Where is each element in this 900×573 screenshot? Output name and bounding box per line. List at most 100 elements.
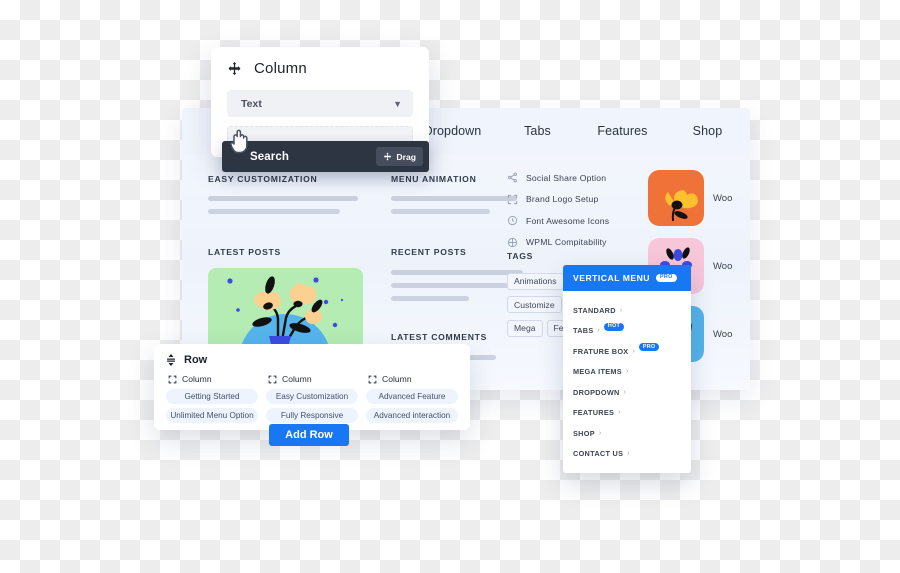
text-type-select[interactable]: Text ▼ [227, 90, 413, 117]
row-column: Column Easy Customization Fully Responsi… [266, 374, 358, 427]
list-item[interactable]: Font Awesome Icons [507, 215, 667, 226]
feature-label: Brand Logo Setup [526, 194, 599, 204]
feature-label: Font Awesome Icons [526, 215, 610, 226]
chevron-right-icon: › [632, 347, 635, 355]
placeholder-bar [208, 209, 340, 214]
nav-item-features[interactable]: Features [580, 124, 665, 138]
expand-icon [507, 194, 518, 205]
placeholder-bar [391, 196, 517, 201]
vertical-menu-header: VERTICAL MENU PRO [563, 265, 691, 291]
placeholder-bar [208, 196, 358, 201]
widget-latest-posts: LATEST POSTS [208, 247, 358, 257]
widget-title: EASY CUSTOMIZATION [208, 174, 318, 184]
column-label: Column [182, 374, 212, 384]
row-column: Column Advanced Feature Advanced interac… [366, 374, 458, 427]
move-arrows-icon[interactable] [227, 61, 242, 76]
hand-cursor-icon [229, 128, 251, 155]
row-column: Column Getting Started Unlimited Menu Op… [166, 374, 258, 427]
clock-icon [507, 215, 518, 226]
row-columns: Column Getting Started Unlimited Menu Op… [166, 374, 458, 427]
column-header: Column [166, 374, 258, 384]
nav-item-shop[interactable]: Shop [665, 124, 750, 138]
list-item[interactable]: Easy Customization [266, 389, 358, 404]
list-item[interactable]: Unlimited Menu Option [166, 408, 258, 423]
chevron-right-icon: › [625, 368, 629, 376]
product-name: Woo [713, 192, 733, 204]
chevron-right-icon: › [627, 450, 630, 458]
search-widget-bar[interactable]: Search Drag [222, 141, 429, 172]
menu-item-label: SHOP [573, 428, 595, 438]
row-panel-header: Row [166, 354, 458, 366]
chevron-down-icon: ▼ [393, 98, 402, 109]
product-name: Woo [713, 328, 733, 340]
screenshot-stage: Dropdown Tabs Features Shop EASY CUSTOMI… [0, 0, 900, 573]
resize-icon [168, 375, 177, 384]
menu-item-label: FEATURES [573, 408, 615, 418]
menu-item-label: CONTACT US [573, 449, 624, 459]
tag-chip[interactable]: Mega [507, 319, 543, 337]
grid-plus-icon [507, 237, 518, 248]
menu-item-mega-items[interactable]: MEGA ITEMS › [573, 362, 681, 383]
list-item[interactable]: Advanced Feature [366, 389, 458, 404]
chevron-right-icon: › [597, 327, 600, 335]
feature-label: Social Share Option [526, 172, 607, 183]
column-label: Column [282, 374, 312, 384]
drag-label: Drag [396, 151, 416, 162]
menu-item-contact-us[interactable]: CONTACT US › [573, 444, 681, 465]
menu-item-label: TABS [573, 326, 594, 336]
flower-orange-thumb [648, 170, 704, 226]
placeholder-bar [391, 209, 490, 214]
resize-icon [268, 375, 277, 384]
menu-item-standard[interactable]: STANDARD › [573, 300, 681, 321]
vertical-menu-title: VERTICAL MENU [573, 273, 651, 283]
menu-item-label: STANDARD [573, 305, 616, 315]
add-row-button[interactable]: Add Row [269, 424, 349, 446]
chevron-right-icon: › [598, 429, 602, 437]
list-item[interactable]: Advanced interaction [366, 408, 458, 423]
status-badge: HOT [603, 322, 625, 331]
menu-item-label: FRATURE BOX [573, 346, 629, 356]
list-item[interactable]: Getting Started [166, 389, 258, 404]
list-item[interactable]: WPML Compitability [507, 237, 667, 248]
menu-item-label: DROPDOWN [573, 387, 620, 397]
column-panel-header: Column [227, 60, 413, 77]
feature-label: WPML Compitability [526, 237, 607, 247]
row-builder-panel: Row Column Getting Started Unlimited Men… [154, 344, 470, 430]
page-title: Column [254, 60, 307, 77]
flower-illustration-svg [208, 268, 363, 352]
move-arrows-icon [383, 152, 392, 161]
menu-item-dropdown[interactable]: DROPDOWN › [573, 382, 681, 403]
list-item[interactable]: Social Share Option [507, 172, 667, 183]
list-item[interactable]: Fully Responsive [266, 408, 358, 423]
move-vertical-icon[interactable] [166, 354, 176, 366]
flower-illustration [208, 268, 363, 352]
resize-icon [368, 375, 377, 384]
column-header: Column [266, 374, 358, 384]
nav-item-tabs[interactable]: Tabs [495, 124, 580, 138]
list-item[interactable]: Brand Logo Setup [507, 194, 667, 205]
menu-item-shop[interactable]: SHOP › [573, 423, 681, 444]
column-label: Column [382, 374, 412, 384]
product-name: Woo [713, 260, 733, 272]
vertical-menu-panel: VERTICAL MENU PRO STANDARD › TABS › HOT … [563, 265, 691, 473]
menu-item-tabs[interactable]: TABS › HOT [573, 321, 681, 342]
menu-item-frature-box[interactable]: FRATURE BOX › PRO [573, 341, 681, 362]
chevron-right-icon: › [618, 409, 621, 417]
tag-chip[interactable]: Animations [507, 272, 564, 290]
status-badge: PRO [638, 343, 660, 352]
placeholder-bar [391, 270, 523, 275]
widget-title: LATEST POSTS [208, 247, 281, 257]
widget-easy-customization: EASY CUSTOMIZATION [208, 174, 358, 214]
placeholder-bar [391, 296, 469, 301]
share-icon [507, 172, 518, 183]
menu-item-features[interactable]: FEATURES › [573, 403, 681, 424]
menu-item-label: MEGA ITEMS [573, 367, 622, 377]
tag-chip[interactable]: Customize [507, 296, 562, 313]
feature-list: Social Share Option Brand Logo Setup Fon… [507, 172, 667, 258]
drag-button[interactable]: Drag [376, 147, 423, 166]
chevron-right-icon: › [623, 388, 626, 396]
vertical-menu-list: STANDARD › TABS › HOT FRATURE BOX › PRO … [563, 291, 691, 464]
product-item[interactable]: Woo [648, 170, 732, 226]
search-label: Search [250, 150, 289, 163]
chevron-right-icon: › [619, 306, 623, 314]
